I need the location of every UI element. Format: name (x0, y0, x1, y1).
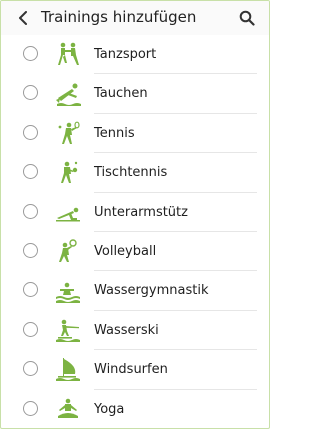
radio-button[interactable] (23, 242, 38, 258)
back-arrow-icon[interactable] (13, 8, 33, 28)
item-label: Tauchen (94, 86, 148, 102)
tennis-icon (55, 120, 81, 146)
item-label: Tanzsport (94, 47, 157, 62)
volleyball-icon (55, 238, 81, 264)
radio-button[interactable] (23, 164, 38, 180)
list-item[interactable]: Tennis (1, 114, 269, 154)
list-item[interactable]: Volleyball (1, 232, 269, 272)
radio-button[interactable] (23, 46, 38, 61)
training-list: Tanzsport Tauchen Tennis Tischtennis Unt… (1, 35, 269, 428)
windsurf-icon (55, 356, 81, 382)
search-icon[interactable] (236, 7, 258, 29)
yoga-icon (55, 396, 81, 422)
radio-button[interactable] (23, 400, 38, 416)
item-label: Volleyball (94, 243, 157, 259)
radio-button[interactable] (23, 124, 38, 140)
list-item[interactable]: Unterarmstütz (1, 193, 269, 232)
item-label: Yoga (94, 401, 125, 417)
radio-button[interactable] (23, 321, 38, 337)
list-item[interactable]: Tauchen (1, 74, 269, 114)
app-frame: Trainings hinzufügen Tanzsport Tauchen T… (0, 0, 270, 429)
radio-button[interactable] (23, 85, 38, 101)
item-label: Wasserski (94, 322, 159, 338)
list-item[interactable]: Windsurfen (1, 350, 269, 390)
app-bar: Trainings hinzufügen (1, 1, 269, 35)
water-ski-icon (55, 317, 81, 343)
list-item[interactable]: Wasserski (1, 311, 269, 351)
diving-icon (55, 80, 81, 107)
water-aerobics-icon (55, 277, 81, 304)
list-item[interactable]: Tanzsport (1, 35, 269, 75)
item-label: Tischtennis (94, 165, 168, 181)
list-item[interactable]: Yoga (1, 390, 269, 428)
radio-button[interactable] (23, 282, 38, 298)
list-item[interactable]: Tischtennis (1, 153, 269, 193)
item-label: Unterarmstütz (94, 204, 188, 220)
list-item[interactable]: Wassergymnastik (1, 271, 269, 311)
item-label: Tennis (94, 125, 135, 141)
plank-icon (55, 199, 81, 225)
table-tennis-icon (55, 159, 81, 185)
page-title: Trainings hinzufügen (41, 8, 197, 26)
dance-icon (55, 41, 81, 67)
radio-button[interactable] (23, 361, 38, 377)
item-label: Windsurfen (94, 362, 168, 378)
item-label: Wassergymnastik (94, 283, 209, 299)
radio-button[interactable] (23, 203, 38, 219)
